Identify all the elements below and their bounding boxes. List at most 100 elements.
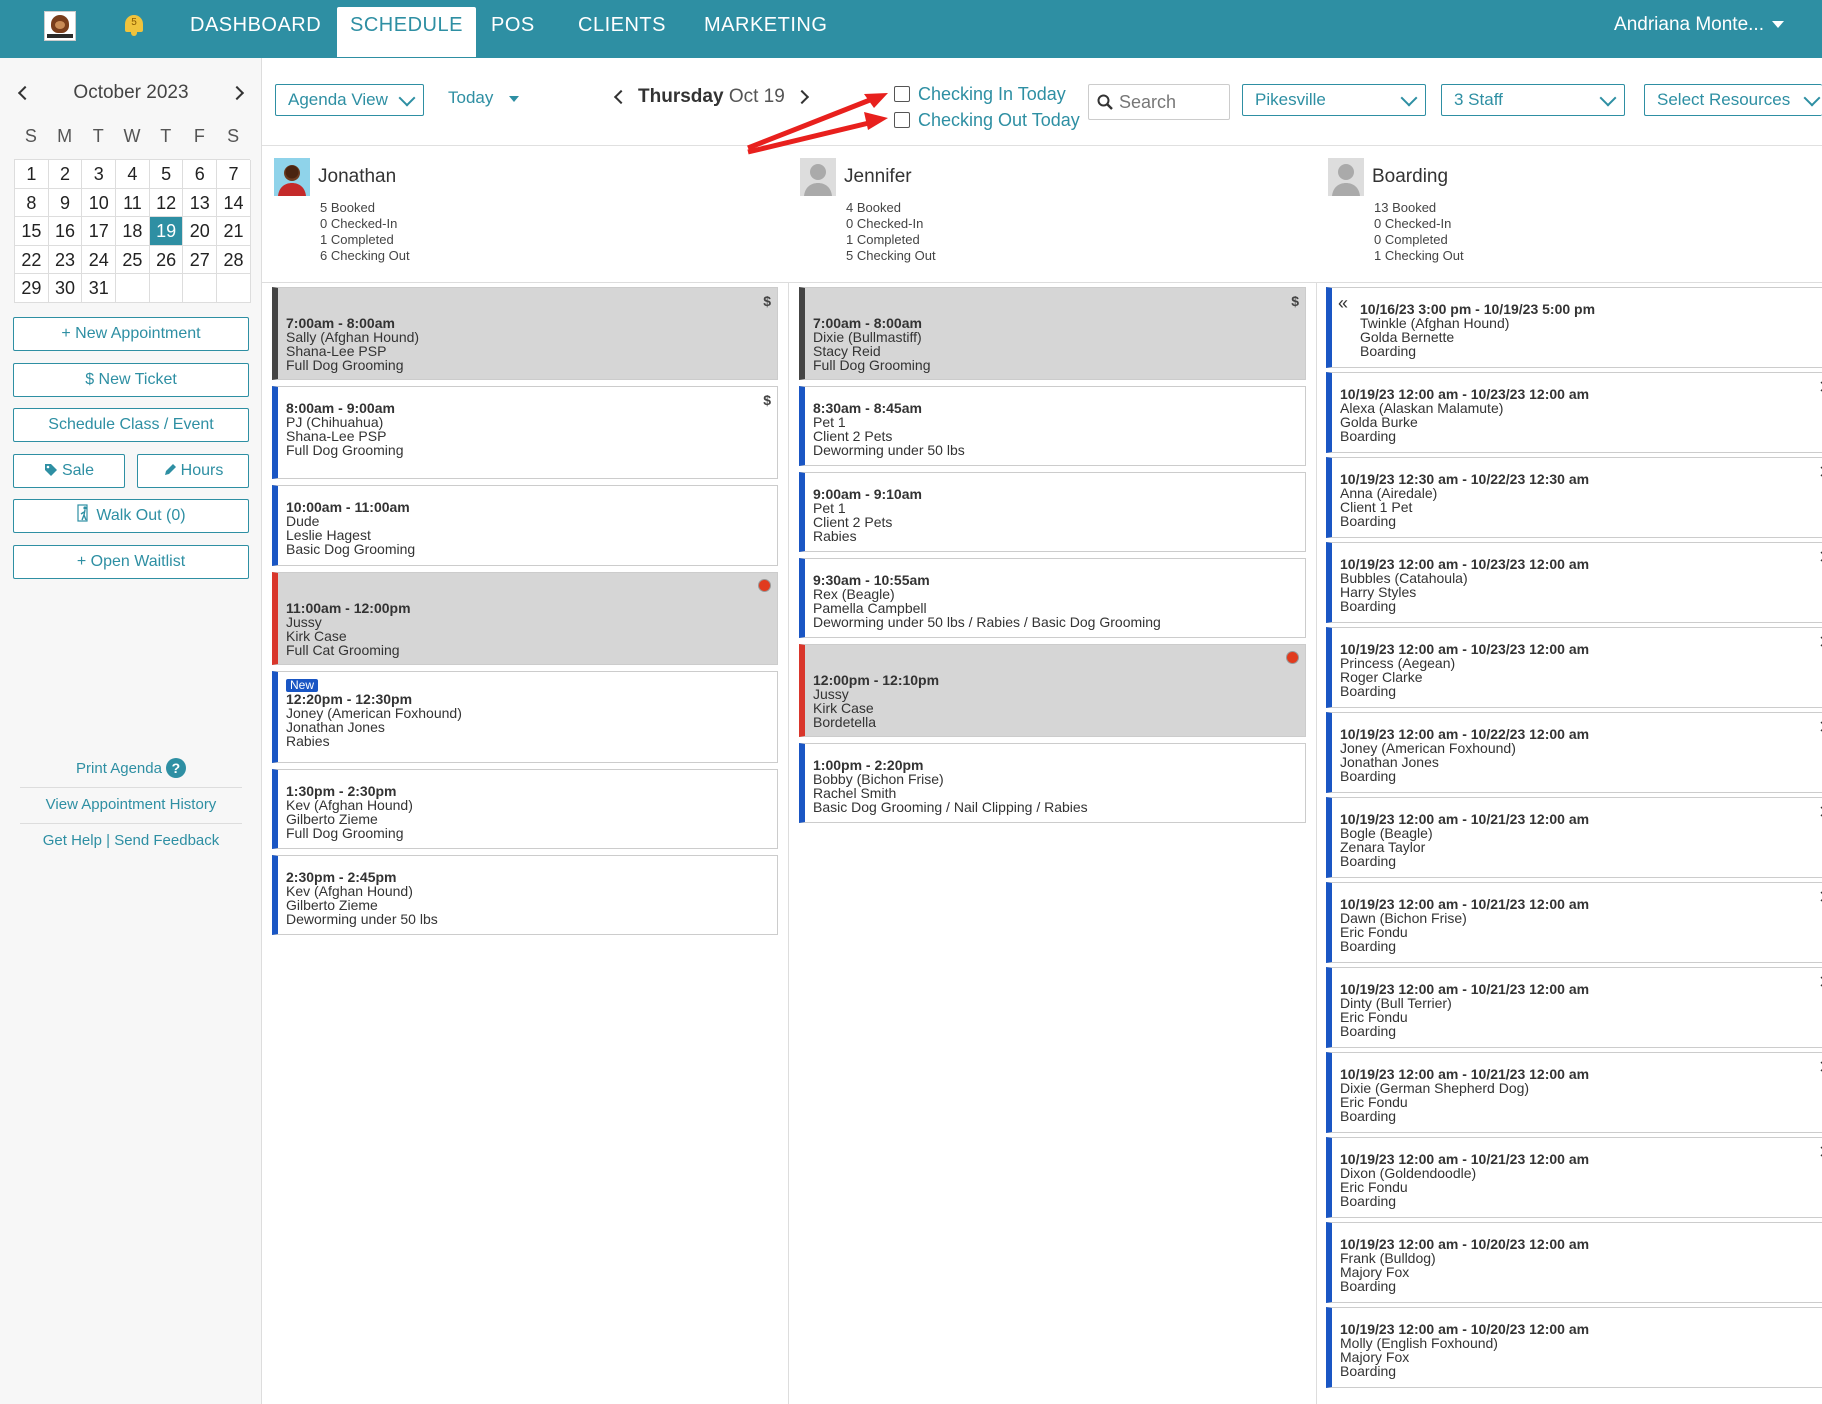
calendar-day[interactable]: 31 xyxy=(82,274,117,303)
calendar-day[interactable]: 5 xyxy=(149,160,184,189)
checking-out-filter[interactable]: Checking Out Today xyxy=(894,110,1080,131)
appointment-card[interactable]: 9:00am - 9:10am Pet 1 Client 2 Pets Rabies xyxy=(799,472,1306,552)
appointment-card[interactable]: 10/19/23 12:00 am - 10/20/23 12:00 am Fra… xyxy=(1326,1222,1822,1303)
avatar[interactable] xyxy=(1328,158,1364,196)
calendar-day[interactable]: 18 xyxy=(116,217,150,246)
calendar-day[interactable]: 17 xyxy=(82,217,117,246)
calendar-day[interactable]: 22 xyxy=(15,245,49,275)
tab-schedule[interactable]: SCHEDULE xyxy=(337,7,476,57)
calendar-day[interactable]: 11 xyxy=(116,188,150,218)
calendar-day[interactable]: 9 xyxy=(48,188,83,218)
appointment-card[interactable]: 2:30pm - 2:45pm Kev (Afghan Hound) Gilbert… xyxy=(272,855,778,935)
appointment-card[interactable]: 10/19/23 12:00 am - 10/21/23 12:00 am Din… xyxy=(1326,967,1822,1048)
appointment-time: 10/19/23 12:30 am - 10/22/23 12:30 am xyxy=(1340,471,1590,487)
calendar-day[interactable]: 4 xyxy=(116,160,150,189)
appointment-card[interactable]: « 10/16/23 3:00 pm - 10/19/23 5:00 pm Twin… xyxy=(1326,287,1822,368)
appointment-card[interactable]: 8:30am - 8:45am Pet 1 Client 2 Pets Dewormi… xyxy=(799,386,1306,466)
appointment-card[interactable]: 10/19/23 12:00 am - 10/21/23 12:00 am Dix… xyxy=(1326,1137,1822,1218)
appointment-card[interactable]: 1:30pm - 2:30pm Kev (Afghan Hound) Gilbert… xyxy=(272,769,778,849)
appointment-card[interactable]: 10/19/23 12:00 am - 10/21/23 12:00 am Daw… xyxy=(1326,882,1822,963)
calendar-day[interactable]: 14 xyxy=(217,188,251,218)
mini-calendar-header: October 2023 xyxy=(0,82,262,112)
calendar-day[interactable]: 10 xyxy=(82,188,117,218)
appointment-card[interactable]: 10/19/23 12:00 am - 10/21/23 12:00 am Dix… xyxy=(1326,1052,1822,1133)
new-ticket-button[interactable]: $ New Ticket xyxy=(13,363,249,397)
tab-pos[interactable]: POS xyxy=(491,0,535,58)
calendar-day[interactable]: 29 xyxy=(15,274,49,303)
calendar-day[interactable]: 7 xyxy=(217,160,251,189)
appointment-detail: PJ (Chihuahua) xyxy=(286,414,384,430)
view-history-link[interactable]: View Appointment History xyxy=(20,796,242,813)
double-chevron-left-icon[interactable]: « xyxy=(1338,294,1348,312)
schedule-class-button[interactable]: Schedule Class / Event xyxy=(13,408,249,442)
sale-button[interactable]: Sale xyxy=(13,454,125,488)
appointment-card[interactable]: 12:00pm - 12:10pm Jussy Kirk Case Bordetell… xyxy=(799,644,1306,737)
column-name[interactable]: Jennifer xyxy=(844,166,912,188)
appointment-detail: Client 2 Pets xyxy=(813,514,893,530)
get-help-link[interactable]: Get Help xyxy=(43,832,102,849)
calendar-day[interactable]: 27 xyxy=(183,245,218,275)
appointment-card[interactable]: 1:00pm - 2:20pm Bobby (Bichon Frise) Rache… xyxy=(799,743,1306,823)
calendar-day[interactable]: 15 xyxy=(15,217,49,246)
appointment-card[interactable]: 10/19/23 12:00 am - 10/23/23 12:00 am Ale… xyxy=(1326,372,1822,453)
appointment-card[interactable]: 10/19/23 12:00 am - 10/21/23 12:00 am Bog… xyxy=(1326,797,1822,878)
avatar[interactable] xyxy=(274,158,310,196)
open-waitlist-button[interactable]: + Open Waitlist xyxy=(13,545,249,579)
appointment-card[interactable]: 11:00am - 12:00pm Jussy Kirk Case Full Cat … xyxy=(272,572,778,665)
calendar-day[interactable]: 23 xyxy=(48,245,83,275)
today-dropdown[interactable]: Today xyxy=(448,88,520,108)
appointment-card[interactable]: 8:00am - 9:00am PJ (Chihuahua) Shana-Lee P… xyxy=(272,386,778,479)
search-input[interactable]: Search xyxy=(1088,84,1230,120)
appointment-card[interactable]: 10/19/23 12:00 am - 10/23/23 12:00 am Bub… xyxy=(1326,542,1822,623)
appointment-card[interactable]: 10/19/23 12:30 am - 10/22/23 12:30 am Ann… xyxy=(1326,457,1822,538)
appointment-card[interactable]: 10:00am - 11:00am Dude Leslie Hagest Basic … xyxy=(272,485,778,566)
notification-bell-icon[interactable]: 5 xyxy=(124,13,144,37)
checking-in-filter[interactable]: Checking In Today xyxy=(894,84,1066,105)
calendar-day[interactable]: 13 xyxy=(183,188,218,218)
column-name[interactable]: Boarding xyxy=(1372,166,1448,188)
appointment-detail: Full Dog Grooming xyxy=(813,357,931,373)
staff-select[interactable]: 3 Staff xyxy=(1441,84,1625,116)
avatar[interactable] xyxy=(800,158,836,196)
calendar-day[interactable]: 16 xyxy=(48,217,83,246)
calendar-day[interactable]: 28 xyxy=(217,245,251,275)
app-logo[interactable] xyxy=(44,11,76,41)
calendar-day[interactable]: 3 xyxy=(82,160,117,189)
calendar-day[interactable]: 2 xyxy=(48,160,83,189)
appointment-card[interactable]: 10/19/23 12:00 am - 10/20/23 12:00 am Mol… xyxy=(1326,1307,1822,1388)
appointment-card[interactable]: 10/19/23 12:00 am - 10/22/23 12:00 am Jon… xyxy=(1326,712,1822,793)
appointment-time: 10/19/23 12:00 am - 10/21/23 12:00 am xyxy=(1340,1151,1590,1167)
calendar-day[interactable]: 6 xyxy=(183,160,218,189)
appointment-card[interactable]: 7:00am - 8:00am Sally (Afghan Hound) Shana… xyxy=(272,287,778,380)
location-select[interactable]: Pikesville xyxy=(1242,84,1426,116)
tab-marketing[interactable]: MARKETING xyxy=(704,0,827,58)
user-menu[interactable]: Andriana Monte... xyxy=(1614,0,1784,50)
resources-select[interactable]: Select Resources xyxy=(1644,84,1822,116)
help-icon[interactable]: ? xyxy=(165,758,186,778)
column-name[interactable]: Jonathan xyxy=(318,166,396,188)
appointment-card[interactable]: 9:30am - 10:55am Rex (Beagle) Pamella Camp… xyxy=(799,558,1306,638)
hours-button[interactable]: Hours xyxy=(137,454,249,488)
calendar-day[interactable]: 21 xyxy=(217,217,251,246)
header-divider xyxy=(262,282,1822,283)
calendar-day[interactable]: 20 xyxy=(183,217,218,246)
appointment-card[interactable]: 7:00am - 8:00am Dixie (Bullmastiff) Stacy … xyxy=(799,287,1306,380)
tab-clients[interactable]: CLIENTS xyxy=(578,0,666,58)
calendar-day[interactable]: 26 xyxy=(149,245,184,275)
appointment-card[interactable]: New 12:20pm - 12:30pm Joney (American Foxh… xyxy=(272,671,778,763)
calendar-day[interactable]: 1 xyxy=(15,160,49,189)
new-appointment-button[interactable]: + New Appointment xyxy=(13,317,249,351)
appointment-card[interactable]: 10/19/23 12:00 am - 10/23/23 12:00 am Pri… xyxy=(1326,627,1822,708)
calendar-day[interactable]: 25 xyxy=(116,245,150,275)
calendar-day[interactable]: 8 xyxy=(15,188,49,218)
print-agenda-link[interactable]: Print Agenda xyxy=(76,760,162,777)
walk-out-button[interactable]: Walk Out (0) xyxy=(13,499,249,533)
calendar-day[interactable]: 24 xyxy=(82,245,117,275)
prev-day-icon[interactable] xyxy=(613,89,629,105)
calendar-day[interactable]: 19 xyxy=(149,217,184,246)
tab-dashboard[interactable]: DASHBOARD xyxy=(190,0,321,58)
send-feedback-link[interactable]: Send Feedback xyxy=(114,832,219,849)
view-select[interactable]: Agenda View xyxy=(275,84,424,116)
calendar-day[interactable]: 30 xyxy=(48,274,83,303)
calendar-day[interactable]: 12 xyxy=(149,188,184,218)
